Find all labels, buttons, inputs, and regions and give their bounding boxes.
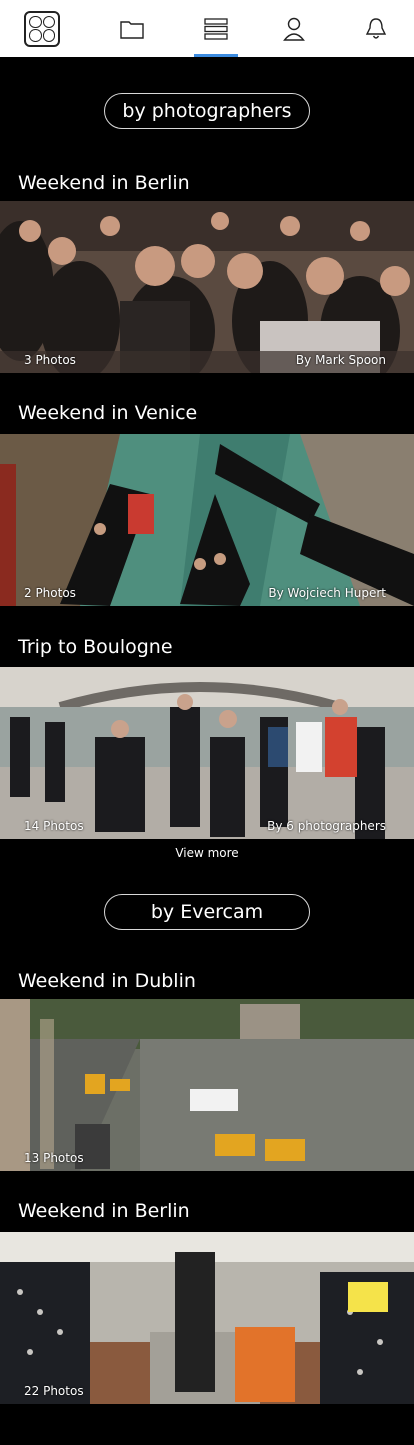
bell-icon[interactable]	[356, 0, 396, 57]
view-more-link[interactable]: View more	[0, 846, 414, 860]
by-evercam-button[interactable]: by Evercam	[104, 894, 310, 930]
app-logo[interactable]	[22, 0, 62, 57]
logo-mark	[24, 10, 60, 47]
photo-author: By Wojciech Hupert	[268, 586, 386, 600]
by-photographers-button[interactable]: by photographers	[104, 93, 310, 129]
album-title: Weekend in Berlin	[18, 172, 190, 194]
user-icon[interactable]	[274, 0, 314, 57]
by-photographers-label: by photographers	[122, 100, 292, 122]
album-title: Weekend in Berlin	[18, 1200, 190, 1222]
by-evercam-label: by Evercam	[150, 901, 264, 923]
album-photo-boulogne[interactable]: 14 Photos By 6 photographers	[0, 667, 414, 839]
photo-author: By 6 photographers	[267, 819, 386, 833]
photo-count: 13 Photos	[24, 1151, 84, 1165]
album-photo-venice[interactable]: 2 Photos By Wojciech Hupert	[0, 434, 414, 606]
album-photo-berlin-tram[interactable]: 22 Photos	[0, 1232, 414, 1404]
photo-count: 14 Photos	[24, 819, 84, 833]
photo-count: 2 Photos	[24, 586, 76, 600]
list-icon[interactable]	[194, 0, 238, 57]
album-title: Trip to Boulogne	[18, 636, 173, 658]
photo-count: 3 Photos	[24, 353, 76, 367]
top-navigation	[0, 0, 414, 57]
album-title: Weekend in Venice	[18, 402, 198, 424]
photo-author: By Mark Spoon	[295, 353, 386, 367]
album-photo-dublin[interactable]: 13 Photos	[0, 999, 414, 1171]
album-title: Weekend in Dublin	[18, 970, 196, 992]
album-photo-berlin[interactable]: 3 Photos By Mark Spoon	[0, 201, 414, 373]
folder-icon[interactable]	[112, 0, 152, 57]
photo-count: 22 Photos	[24, 1384, 84, 1398]
active-tab-indicator	[194, 54, 238, 57]
